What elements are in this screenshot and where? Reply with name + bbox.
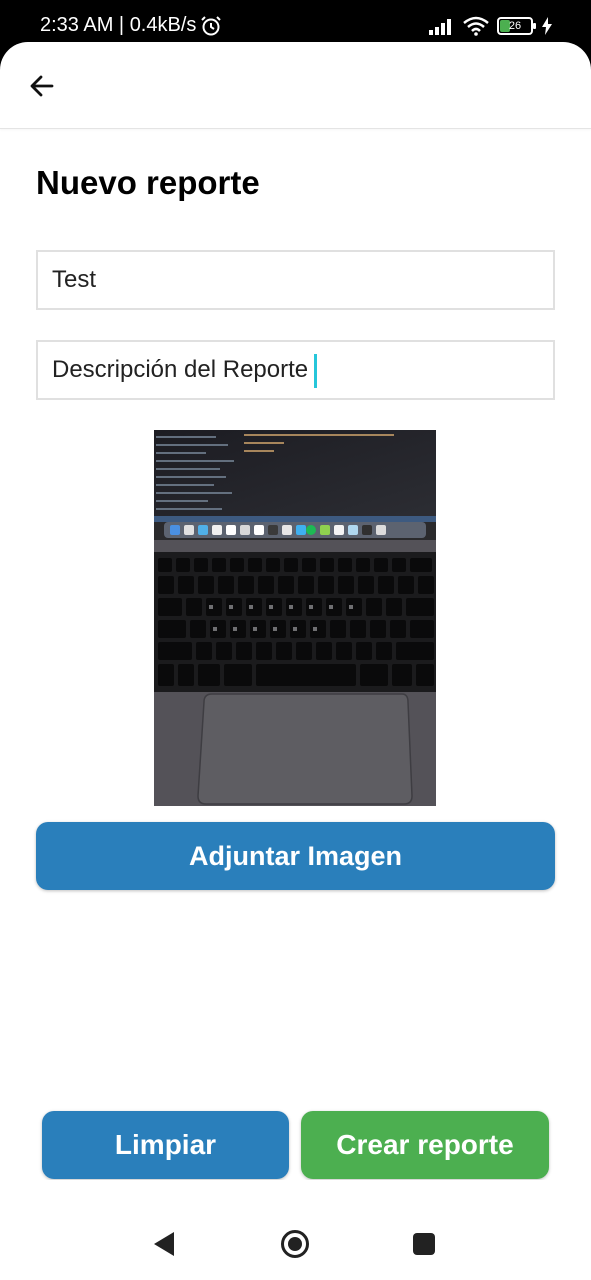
attach-image-button[interactable]: Adjuntar Imagen — [36, 822, 555, 890]
battery-icon: 26 — [497, 17, 536, 35]
text-cursor — [314, 354, 317, 388]
clear-button[interactable]: Limpiar — [42, 1111, 289, 1179]
title-input[interactable] — [36, 250, 555, 310]
attached-image-preview — [154, 430, 436, 806]
description-input[interactable] — [36, 340, 555, 400]
status-right: 26 — [429, 16, 553, 36]
alarm-icon — [201, 15, 222, 35]
page-title: Nuevo reporte — [36, 164, 260, 201]
app-screen: Nuevo reporte Test Descripción del Repor… — [0, 42, 591, 1280]
wifi-icon — [463, 16, 489, 36]
nav-back-icon[interactable] — [154, 1232, 174, 1256]
laptop-photo — [154, 430, 436, 806]
app-bar — [0, 42, 591, 129]
arrow-left-icon — [30, 75, 54, 97]
signal-icon — [429, 19, 451, 35]
create-report-button[interactable]: Crear reporte — [301, 1111, 549, 1179]
status-left: 2:33 AM | 0.4kB/s — [40, 14, 222, 37]
nav-home-icon[interactable] — [281, 1230, 309, 1258]
back-button[interactable] — [22, 66, 62, 106]
charging-icon — [542, 17, 552, 35]
status-time-speed: 2:33 AM | 0.4kB/s — [40, 14, 197, 36]
nav-recents-icon[interactable] — [413, 1233, 435, 1255]
battery-level: 26 — [508, 20, 522, 32]
system-nav-bar — [0, 1180, 591, 1280]
